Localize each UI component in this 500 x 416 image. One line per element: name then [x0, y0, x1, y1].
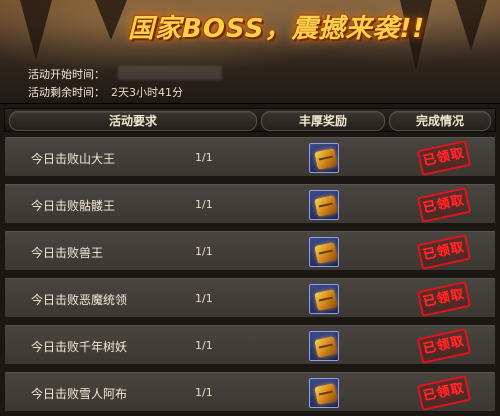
- header-status: 完成情况: [389, 111, 491, 131]
- chest-graphic: [314, 289, 338, 311]
- start-time-obscured: [118, 66, 222, 80]
- start-time-label: 活动开始时间：: [28, 68, 105, 81]
- treasure-chest-icon[interactable]: [309, 190, 339, 220]
- claimed-stamp: 已领取: [416, 140, 472, 176]
- task-progress: 1/1: [195, 151, 213, 164]
- task-name: 今日击败山大王: [31, 152, 116, 166]
- header-requirement: 活动要求: [9, 111, 257, 131]
- remaining-time-value: 2天3小时41分: [111, 86, 183, 99]
- remaining-time-label: 活动剩余时间：: [28, 86, 105, 99]
- task-progress: 1/1: [195, 386, 213, 399]
- table-row: 今日击败山大王 1/1 已领取: [4, 136, 496, 177]
- task-progress: 1/1: [195, 245, 213, 258]
- chest-graphic: [314, 242, 338, 264]
- treasure-chest-icon[interactable]: [309, 331, 339, 361]
- table-header: 活动要求 丰厚奖励 完成情况: [4, 108, 496, 132]
- treasure-chest-icon[interactable]: [309, 143, 339, 173]
- banner-decor: [455, 0, 487, 50]
- treasure-chest-icon[interactable]: [309, 284, 339, 314]
- header-reward: 丰厚奖励: [261, 111, 385, 131]
- claimed-stamp: 已领取: [416, 234, 472, 270]
- table-row: 今日击败恶魔统领 1/1 已领取: [4, 277, 496, 318]
- task-name: 今日击败雪人阿布: [31, 387, 128, 401]
- task-name: 今日击败千年树妖: [31, 340, 128, 354]
- start-time-row: 活动开始时间：: [28, 66, 111, 82]
- chest-graphic: [314, 383, 338, 405]
- treasure-chest-icon[interactable]: [309, 378, 339, 408]
- claimed-stamp: 已领取: [416, 281, 472, 317]
- banner-decor: [20, 0, 52, 60]
- table-row: 今日击败骷髅王 1/1 已领取: [4, 183, 496, 224]
- banner-decor: [95, 0, 127, 40]
- table-row: 今日击败千年树妖 1/1 已领取: [4, 324, 496, 365]
- task-name: 今日击败骷髅王: [31, 199, 116, 213]
- task-name: 今日击败兽王: [31, 246, 104, 260]
- event-title: 国家BOSS，震撼来袭!!: [128, 14, 426, 44]
- task-progress: 1/1: [195, 198, 213, 211]
- chest-graphic: [314, 195, 338, 217]
- claimed-stamp: 已领取: [416, 328, 472, 364]
- chest-graphic: [314, 336, 338, 358]
- claimed-stamp: 已领取: [416, 375, 472, 411]
- task-progress: 1/1: [195, 339, 213, 352]
- treasure-chest-icon[interactable]: [309, 237, 339, 267]
- table-row: 今日击败兽王 1/1 已领取: [4, 230, 496, 271]
- table-row: 今日击败雪人阿布 1/1 已领取: [4, 371, 496, 412]
- event-banner: 国家BOSS，震撼来袭!! 活动开始时间： 活动剩余时间： 2天3小时41分: [0, 0, 500, 104]
- chest-graphic: [314, 148, 338, 170]
- task-progress: 1/1: [195, 292, 213, 305]
- task-name: 今日击败恶魔统领: [31, 293, 128, 307]
- remaining-time-row: 活动剩余时间： 2天3小时41分: [28, 84, 183, 100]
- claimed-stamp: 已领取: [416, 187, 472, 223]
